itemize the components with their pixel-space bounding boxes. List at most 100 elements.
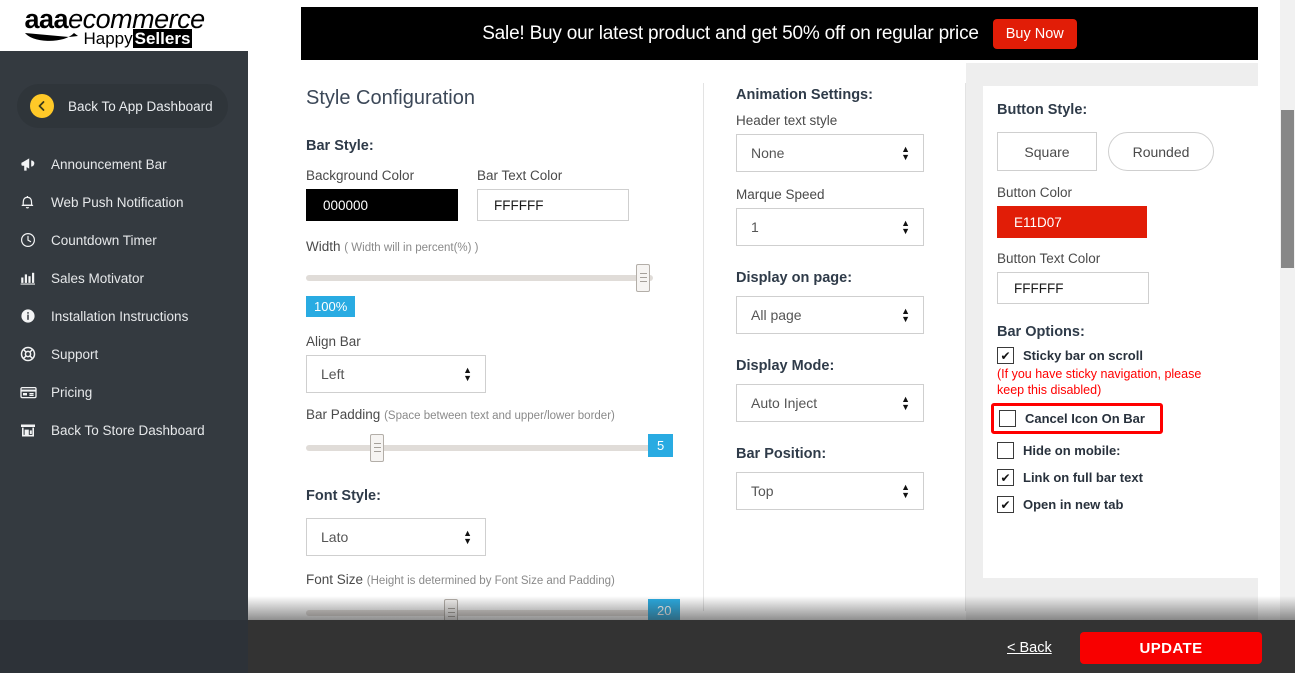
buy-now-button[interactable]: Buy Now [992,18,1077,49]
scroll-container: Sale! Buy our latest product and get 50%… [248,0,1280,673]
sidebar-item-pricing[interactable]: Pricing [0,373,248,411]
logo-happy-text: Happy [83,28,133,48]
bar-option-link-on-full-bar-text[interactable]: ✔ Link on full bar text [997,469,1257,486]
announcement-bar-preview: Sale! Buy our latest product and get 50%… [301,7,1258,60]
sidebar-item-web-push-notification[interactable]: Web Push Notification [0,183,248,221]
bar-padding-hint: (Space between text and upper/lower bord… [384,410,615,422]
bar-option-sticky-bar-on-scroll[interactable]: ✔ Sticky bar on scroll [997,347,1257,364]
checkbox-sticky-bar-on-scroll[interactable]: ✔ [997,347,1014,364]
button-shape-rounded[interactable]: Rounded [1108,132,1214,171]
color-fields-row: Background Color 000000 Bar Text Color F… [306,168,666,221]
sidebar-item-label: Sales Motivator [51,270,145,286]
align-bar-field: Align Bar Left ▲ ▼ [306,334,666,393]
smile-swoosh-icon [24,32,78,41]
bar-option-label: Sticky bar on scroll [1023,348,1143,363]
logo-sellers-text: Sellers [132,28,193,48]
align-bar-select[interactable]: Left [306,355,486,393]
width-slider-handle[interactable] [636,264,650,292]
back-to-app-dashboard-button[interactable]: Back To App Dashboard [17,84,228,128]
font-size-label: Font Size (Height is determined by Font … [306,572,666,587]
button-text-color-label: Button Text Color [997,251,1101,266]
bar-option-label: Hide on mobile: [1023,443,1121,458]
button-text-color-input[interactable]: FFFFFF [997,272,1149,304]
width-slider-track [306,275,653,281]
bar-text-color-input[interactable]: FFFFFF [477,189,629,221]
cancel-icon-highlight-box: Cancel Icon On Bar [991,403,1163,434]
sidebar-nav: Announcement Bar Web Push Notification C… [0,145,248,449]
bar-padding-slider[interactable]: 5 [306,434,674,464]
bar-option-open-in-new-tab[interactable]: ✔ Open in new tab [997,496,1257,513]
width-hint: ( Width will in percent(%) ) [344,242,479,254]
bar-option-label: Cancel Icon On Bar [1025,411,1145,426]
bar-options-heading: Bar Options: [997,324,1085,340]
align-bar-label: Align Bar [306,334,361,349]
font-family-select[interactable]: Lato [306,518,486,556]
bar-text-color-field: Bar Text Color FFFFFF [477,168,629,221]
sidebar-item-label: Web Push Notification [51,194,184,210]
button-style-heading: Button Style: [997,102,1088,118]
marque-speed-select[interactable]: 1 [736,208,924,246]
checkbox-cancel-icon-on-bar[interactable] [999,410,1016,427]
bar-option-label: Link on full bar text [1023,470,1143,485]
font-size-label-text: Font Size [306,572,364,587]
check-icon: ✔ [1000,470,1011,485]
back-link[interactable]: < Back [1007,640,1052,656]
page-title: Style Configuration [306,87,475,109]
brand-logo[interactable]: aaaecommerce Happy Sellers [0,0,248,51]
vertical-scrollbar-track[interactable] [1280,0,1295,673]
width-slider[interactable] [306,264,666,294]
button-shape-square[interactable]: Square [997,132,1097,171]
header-text-style-select[interactable]: None [736,134,924,172]
sidebar-footer-strip [0,620,248,673]
bar-option-cancel-icon-on-bar[interactable]: Cancel Icon On Bar [999,410,1145,427]
sidebar-item-installation-instructions[interactable]: Installation Instructions [0,297,248,335]
button-color-label: Button Color [997,185,1073,200]
sidebar-item-announcement-bar[interactable]: Announcement Bar [0,145,248,183]
vertical-scrollbar-thumb[interactable] [1281,110,1294,268]
info-circle-icon [20,306,42,326]
bar-padding-slider-track [306,445,653,451]
header-text-style-select-wrap: None ▲ ▼ [736,134,924,172]
bar-padding-field: Bar Padding (Space between text and uppe… [306,407,674,464]
header-text-style-label: Header text style [736,113,838,128]
background-color-label: Background Color [306,168,415,183]
bar-option-label: Open in new tab [1023,497,1124,512]
logo-aaa-text: aaa [24,3,69,34]
sidebar-item-label: Countdown Timer [51,232,157,248]
megaphone-icon [20,154,42,174]
bar-padding-label-text: Bar Padding [306,407,381,422]
check-icon: ✔ [1000,497,1011,512]
sidebar-item-sales-motivator[interactable]: Sales Motivator [0,259,248,297]
background-color-input[interactable]: 000000 [306,189,458,221]
display-on-page-heading: Display on page: [736,270,853,286]
width-label-text: Width [306,239,341,254]
button-color-input[interactable]: E11D07 [997,206,1147,238]
background-color-field: Background Color 000000 [306,168,458,221]
sidebar-item-countdown-timer[interactable]: Countdown Timer [0,221,248,259]
logo-tagline: Happy Sellers [83,28,193,48]
sidebar-item-label: Support [51,346,99,362]
checkbox-hide-on-mobile[interactable] [997,442,1014,459]
announcement-preview-text: Sale! Buy our latest product and get 50%… [482,22,979,44]
bar-option-hide-on-mobile[interactable]: Hide on mobile: [997,442,1257,459]
bar-position-heading: Bar Position: [736,446,827,462]
bell-icon [20,192,42,212]
font-size-hint: (Height is determined by Font Size and P… [366,575,615,587]
sidebar-item-label: Announcement Bar [51,156,167,172]
sidebar-item-label: Back To Store Dashboard [51,422,205,438]
update-button[interactable]: UPDATE [1080,632,1262,664]
checkbox-link-on-full-bar-text[interactable]: ✔ [997,469,1014,486]
font-size-value-badge: 20 [648,599,681,622]
bar-chart-icon [20,268,42,288]
sidebar-item-support[interactable]: Support [0,335,248,373]
sidebar-item-back-to-store-dashboard[interactable]: Back To Store Dashboard [0,411,248,449]
sidebar: aaaecommerce Happy Sellers Back To App Da… [0,0,248,673]
bar-style-heading: Bar Style: [306,138,374,154]
bar-position-select-wrap: Top ▲ ▼ [736,472,924,510]
display-on-page-select[interactable]: All page [736,296,924,334]
bar-padding-slider-handle[interactable] [370,434,384,462]
bar-position-select[interactable]: Top [736,472,924,510]
width-label: Width ( Width will in percent(%) ) [306,239,666,254]
checkbox-open-in-new-tab[interactable]: ✔ [997,496,1014,513]
display-mode-select[interactable]: Auto Inject [736,384,924,422]
